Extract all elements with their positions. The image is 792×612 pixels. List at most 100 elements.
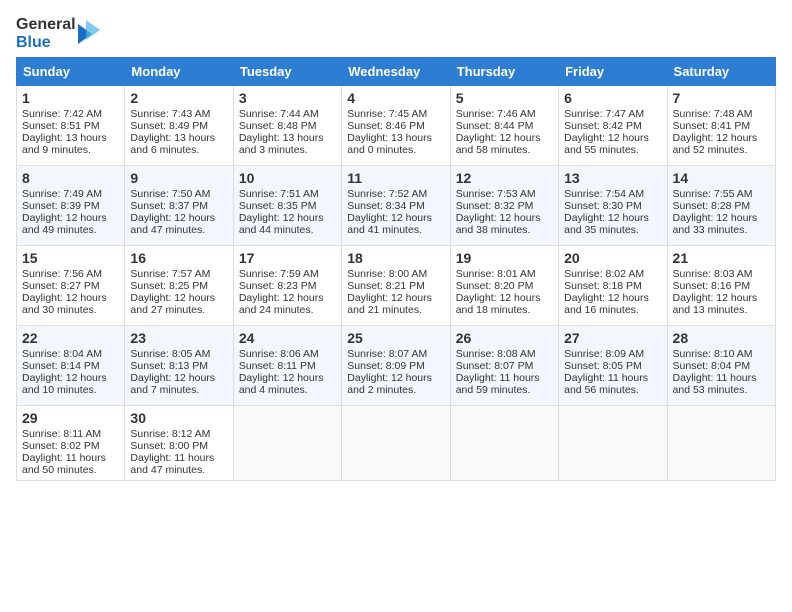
sunset-text: Sunset: 8:51 PM [22,120,119,132]
sunset-text: Sunset: 8:39 PM [22,200,119,212]
day-number: 27 [564,330,661,346]
sunset-text: Sunset: 8:18 PM [564,280,661,292]
daylight-text: Daylight: 12 hours and 24 minutes. [239,292,336,316]
day-number: 8 [22,170,119,186]
header-friday: Friday [559,58,667,86]
sunset-text: Sunset: 8:07 PM [456,360,553,372]
sunset-text: Sunset: 8:02 PM [22,440,119,452]
sunset-text: Sunset: 8:20 PM [456,280,553,292]
sunset-text: Sunset: 8:04 PM [673,360,770,372]
day-number: 16 [130,250,227,266]
calendar-cell: 29 Sunrise: 8:11 AMSunset: 8:02 PMDayligh… [17,406,125,481]
day-number: 15 [22,250,119,266]
sunset-text: Sunset: 8:35 PM [239,200,336,212]
calendar-cell: 20Sunrise: 8:02 AMSunset: 8:18 PMDayligh… [559,246,667,326]
calendar-cell: 26Sunrise: 8:08 AMSunset: 8:07 PMDayligh… [450,326,558,406]
calendar-cell: 5Sunrise: 7:46 AMSunset: 8:44 PMDaylight… [450,86,558,166]
day-number: 13 [564,170,661,186]
daylight-text: Daylight: 13 hours and 0 minutes. [347,132,444,156]
day-number: 25 [347,330,444,346]
daylight-text: Daylight: 11 hours and 47 minutes. [130,452,227,476]
daylight-text: Daylight: 11 hours and 59 minutes. [456,372,553,396]
day-number: 28 [673,330,770,346]
day-number: 12 [456,170,553,186]
day-number: 2 [130,90,227,106]
header-wednesday: Wednesday [342,58,450,86]
sunset-text: Sunset: 8:05 PM [564,360,661,372]
header-monday: Monday [125,58,233,86]
calendar-table: SundayMondayTuesdayWednesdayThursdayFrid… [16,57,776,481]
daylight-text: Daylight: 11 hours and 56 minutes. [564,372,661,396]
daylight-text: Daylight: 12 hours and 7 minutes. [130,372,227,396]
sunset-text: Sunset: 8:34 PM [347,200,444,212]
sunset-text: Sunset: 8:48 PM [239,120,336,132]
daylight-text: Daylight: 12 hours and 27 minutes. [130,292,227,316]
daylight-text: Daylight: 12 hours and 2 minutes. [347,372,444,396]
calendar-cell: 4Sunrise: 7:45 AMSunset: 8:46 PMDaylight… [342,86,450,166]
day-number: 4 [347,90,444,106]
daylight-text: Daylight: 13 hours and 3 minutes. [239,132,336,156]
week-row-3: 15Sunrise: 7:56 AMSunset: 8:27 PMDayligh… [17,246,776,326]
day-number: 29 [22,410,119,426]
sunrise-text: Sunrise: 8:07 AM [347,348,444,360]
sunset-text: Sunset: 8:28 PM [673,200,770,212]
sunrise-text: Sunrise: 7:45 AM [347,108,444,120]
day-number: 19 [456,250,553,266]
sunset-text: Sunset: 8:00 PM [130,440,227,452]
calendar-cell: 27Sunrise: 8:09 AMSunset: 8:05 PMDayligh… [559,326,667,406]
sunrise-text: Sunrise: 8:12 AM [130,428,227,440]
calendar-cell: 10Sunrise: 7:51 AMSunset: 8:35 PMDayligh… [233,166,341,246]
daylight-text: Daylight: 12 hours and 4 minutes. [239,372,336,396]
sunset-text: Sunset: 8:23 PM [239,280,336,292]
sunrise-text: Sunrise: 8:00 AM [347,268,444,280]
logo-blue: Blue [16,34,76,52]
logo-general: General [16,16,76,34]
daylight-text: Daylight: 12 hours and 18 minutes. [456,292,553,316]
header-thursday: Thursday [450,58,558,86]
calendar-cell: 16Sunrise: 7:57 AMSunset: 8:25 PMDayligh… [125,246,233,326]
calendar-cell [342,406,450,481]
calendar-cell: 18Sunrise: 8:00 AMSunset: 8:21 PMDayligh… [342,246,450,326]
sunset-text: Sunset: 8:27 PM [22,280,119,292]
header-saturday: Saturday [667,58,775,86]
sunset-text: Sunset: 8:21 PM [347,280,444,292]
week-row-1: 1Sunrise: 7:42 AMSunset: 8:51 PMDaylight… [17,86,776,166]
calendar-cell: 19 Sunrise: 8:01 AMSunset: 8:20 PMDayligh… [450,246,558,326]
daylight-text: Daylight: 12 hours and 41 minutes. [347,212,444,236]
header-tuesday: Tuesday [233,58,341,86]
calendar-cell [450,406,558,481]
sunrise-text: Sunrise: 8:01 AM [456,268,553,280]
logo-arrow-icon [78,20,100,48]
sunset-text: Sunset: 8:44 PM [456,120,553,132]
sunrise-text: Sunrise: 7:42 AM [22,108,119,120]
day-number: 6 [564,90,661,106]
week-row-4: 22Sunrise: 8:04 AMSunset: 8:14 PMDayligh… [17,326,776,406]
day-number: 9 [130,170,227,186]
day-number: 14 [673,170,770,186]
sunrise-text: Sunrise: 8:11 AM [22,428,119,440]
day-number: 21 [673,250,770,266]
sunrise-text: Sunrise: 7:46 AM [456,108,553,120]
sunrise-text: Sunrise: 8:04 AM [22,348,119,360]
daylight-text: Daylight: 13 hours and 6 minutes. [130,132,227,156]
calendar-cell: 8Sunrise: 7:49 AMSunset: 8:39 PMDaylight… [17,166,125,246]
day-number: 20 [564,250,661,266]
sunset-text: Sunset: 8:30 PM [564,200,661,212]
calendar-cell: 3Sunrise: 7:44 AMSunset: 8:48 PMDaylight… [233,86,341,166]
sunrise-text: Sunrise: 7:51 AM [239,188,336,200]
days-header-row: SundayMondayTuesdayWednesdayThursdayFrid… [17,58,776,86]
calendar-cell: 21Sunrise: 8:03 AMSunset: 8:16 PMDayligh… [667,246,775,326]
day-number: 30 [130,410,227,426]
day-number: 10 [239,170,336,186]
calendar-cell: 25Sunrise: 8:07 AMSunset: 8:09 PMDayligh… [342,326,450,406]
day-number: 17 [239,250,336,266]
sunset-text: Sunset: 8:13 PM [130,360,227,372]
sunrise-text: Sunrise: 7:47 AM [564,108,661,120]
daylight-text: Daylight: 11 hours and 50 minutes. [22,452,119,476]
logo: General Blue [16,16,100,51]
daylight-text: Daylight: 12 hours and 13 minutes. [673,292,770,316]
day-number: 7 [673,90,770,106]
sunrise-text: Sunrise: 7:59 AM [239,268,336,280]
daylight-text: Daylight: 12 hours and 35 minutes. [564,212,661,236]
daylight-text: Daylight: 11 hours and 53 minutes. [673,372,770,396]
